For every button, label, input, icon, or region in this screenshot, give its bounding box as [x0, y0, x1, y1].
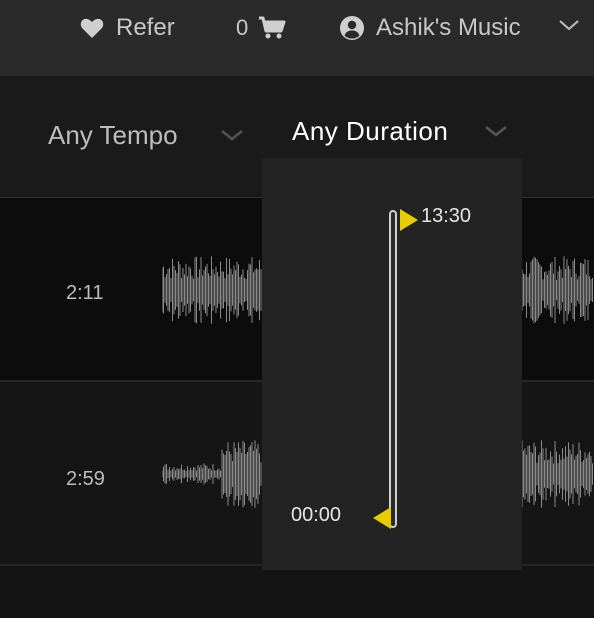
cart-button[interactable]: 0 [236, 10, 286, 46]
cart-count: 0 [236, 15, 249, 40]
track-duration: 2:59 [66, 468, 105, 490]
duration-range-slider-track[interactable] [389, 210, 397, 528]
waveform-left[interactable] [162, 438, 262, 510]
waveform-right[interactable] [522, 254, 594, 326]
heart-icon [80, 18, 104, 38]
account-label: Ashik's Music [376, 14, 521, 41]
chevron-down-icon [221, 130, 243, 141]
track-row-partial [0, 566, 594, 618]
cart-icon [259, 16, 286, 39]
duration-filter-label: Any Duration [292, 116, 449, 146]
duration-range-dropdown: 13:30 00:00 [262, 158, 522, 570]
min-duration-label: 00:00 [291, 504, 342, 526]
max-duration-label: 13:30 [421, 205, 472, 227]
tempo-filter-label: Any Tempo [48, 120, 178, 150]
max-duration-handle[interactable] [399, 208, 419, 232]
user-circle-icon [340, 16, 364, 40]
account-menu[interactable]: Ashik's Music [340, 10, 579, 46]
waveform-left[interactable] [162, 254, 262, 326]
waveform-right[interactable] [522, 438, 594, 510]
refer-link[interactable]: Refer [80, 10, 175, 46]
min-duration-handle[interactable] [372, 506, 392, 530]
chevron-down-icon [485, 126, 507, 137]
chevron-down-icon [559, 20, 579, 31]
tempo-filter-dropdown[interactable]: Any Tempo [48, 120, 243, 151]
top-navigation-bar: Refer 0 Ashik's Music [0, 0, 594, 76]
track-duration: 2:11 [66, 282, 104, 304]
refer-label: Refer [116, 14, 175, 41]
duration-filter-dropdown[interactable]: Any Duration [292, 116, 507, 147]
